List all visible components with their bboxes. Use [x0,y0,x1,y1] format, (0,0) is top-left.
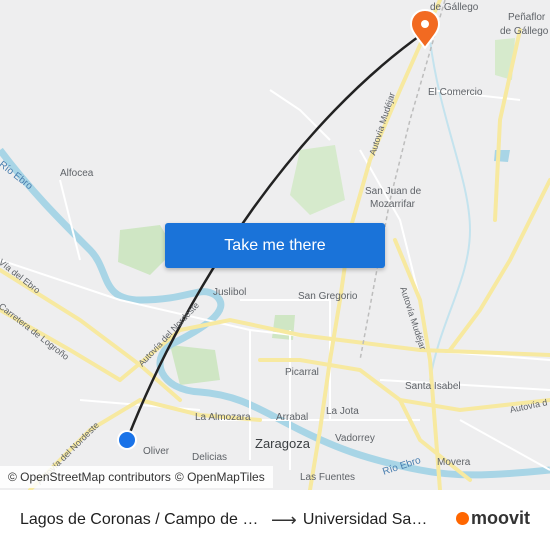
trip-preview-card: de Gállego Peñaflor de Gállego Alfocea E… [0,0,550,550]
arrow-right-icon: ⟶ [271,509,297,530]
place-label: Delicias [192,452,228,463]
place-label: de Gállego [430,2,479,13]
origin-stop-name: Lagos de Coronas / Campo de Golf [20,511,265,528]
origin-dot-icon [117,430,137,450]
park-area [290,145,345,215]
take-me-there-button[interactable]: Take me there [165,223,385,268]
map-attribution: © OpenStreetMap contributors © OpenMapTi… [0,466,273,488]
destination-pin-icon [409,8,441,50]
place-label: Alfocea [60,168,94,179]
osm-attribution-link[interactable]: © OpenStreetMap contributors [8,470,171,484]
route-summary: Lagos de Coronas / Campo de Golf ⟶ Unive… [20,490,440,550]
place-label: Juslibol [213,287,247,298]
place-label: La Jota [326,406,359,417]
place-label: Oliver [143,446,170,457]
moovit-logo-icon [455,512,469,525]
map-view[interactable]: de Gállego Peñaflor de Gállego Alfocea E… [0,0,550,490]
place-label: Arrabal [276,412,309,423]
moovit-logo[interactable]: moovit [455,508,530,529]
place-label: La Almozara [195,412,251,423]
destination-stop-name: Universidad San Jorge [302,511,433,528]
place-label: El Comercio [428,87,483,98]
route-footer: Lagos de Coronas / Campo de Golf ⟶ Unive… [0,490,550,550]
place-label: Vadorrey [335,433,375,444]
park-area [170,345,220,385]
place-label: San Gregorio [298,291,358,302]
park-area [272,315,295,340]
place-label: San Juan de [365,186,422,197]
place-label: Zaragoza [255,436,310,451]
brand-name: moovit [470,508,530,528]
place-label: Santa Isabel [405,381,461,392]
omt-attribution-link[interactable]: © OpenMapTiles [175,470,265,484]
place-label: Movera [437,457,471,468]
place-label: Peñaflor [508,12,546,23]
place-label: Mozarrifar [370,199,416,210]
place-label: Picarral [285,367,319,378]
place-label: de Gállego [500,26,549,37]
place-label: Las Fuentes [300,472,356,483]
